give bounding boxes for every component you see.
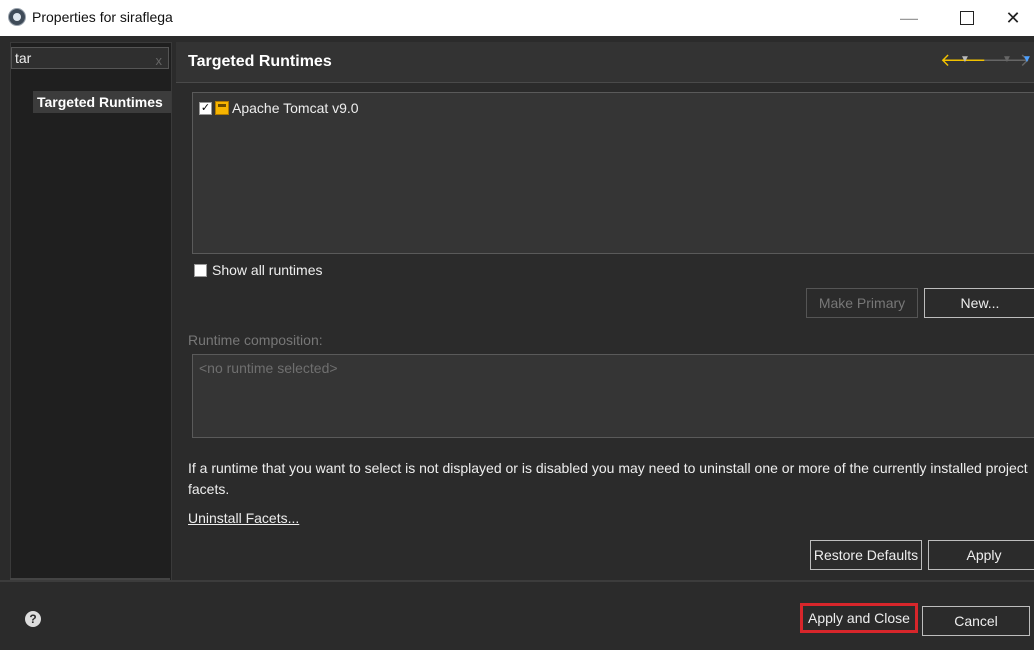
view-menu-icon[interactable]: ▼: [1022, 54, 1032, 65]
app-icon: [8, 8, 26, 26]
show-all-runtimes-label: Show all runtimes: [212, 262, 323, 278]
maximize-icon: [960, 11, 974, 25]
show-all-runtimes-option[interactable]: Show all runtimes: [194, 262, 323, 278]
runtime-composition-label: Runtime composition:: [188, 332, 323, 348]
page-content: Targeted Runtimes 🡐 ▼ 🡒 ▼ ▼ ✓ Apache Tom…: [176, 42, 1034, 580]
forward-dropdown-icon[interactable]: ▼: [1002, 54, 1012, 65]
window-title: Properties for siraflega: [32, 9, 173, 25]
help-icon[interactable]: ?: [25, 611, 41, 627]
apply-button[interactable]: Apply: [928, 540, 1034, 570]
page-title: Targeted Runtimes: [188, 53, 332, 70]
cancel-button[interactable]: Cancel: [922, 606, 1030, 636]
left-navigation-panel: tar x Targeted Runtimes: [10, 42, 172, 582]
make-primary-button[interactable]: Make Primary: [806, 288, 918, 318]
show-all-runtimes-checkbox[interactable]: [194, 263, 207, 277]
divider: [0, 580, 1034, 582]
runtime-composition-box: <no runtime selected>: [192, 354, 1034, 438]
maximize-button[interactable]: [944, 0, 990, 36]
server-icon: [215, 101, 229, 115]
filter-input[interactable]: tar x: [11, 47, 169, 69]
properties-dialog: tar x Targeted Runtimes Targeted Runtime…: [0, 36, 1034, 650]
uninstall-facets-link[interactable]: Uninstall Facets...: [188, 510, 299, 526]
info-text: If a runtime that you want to select is …: [188, 460, 1028, 497]
list-item[interactable]: ✓ Apache Tomcat v9.0: [199, 100, 359, 116]
runtime-composition-placeholder: <no runtime selected>: [199, 360, 338, 376]
tree-item-targeted-runtimes[interactable]: Targeted Runtimes: [33, 91, 171, 113]
apply-and-close-button[interactable]: Apply and Close: [800, 603, 918, 633]
runtime-checkbox[interactable]: ✓: [199, 101, 212, 115]
restore-defaults-button[interactable]: Restore Defaults: [810, 540, 922, 570]
minimize-button[interactable]: —: [886, 0, 932, 36]
runtime-label: Apache Tomcat v9.0: [232, 100, 359, 116]
back-dropdown-icon[interactable]: ▼: [960, 54, 970, 65]
page-header: Targeted Runtimes 🡐 ▼ 🡒 ▼ ▼: [176, 42, 1034, 83]
filter-input-value: tar: [15, 50, 32, 66]
new-runtime-button[interactable]: New...: [924, 288, 1034, 318]
close-button[interactable]: ✕: [990, 0, 1034, 36]
runtimes-list: ✓ Apache Tomcat v9.0: [192, 92, 1034, 254]
title-bar: Properties for siraflega — ✕: [0, 0, 1034, 36]
clear-filter-icon[interactable]: x: [156, 51, 163, 71]
